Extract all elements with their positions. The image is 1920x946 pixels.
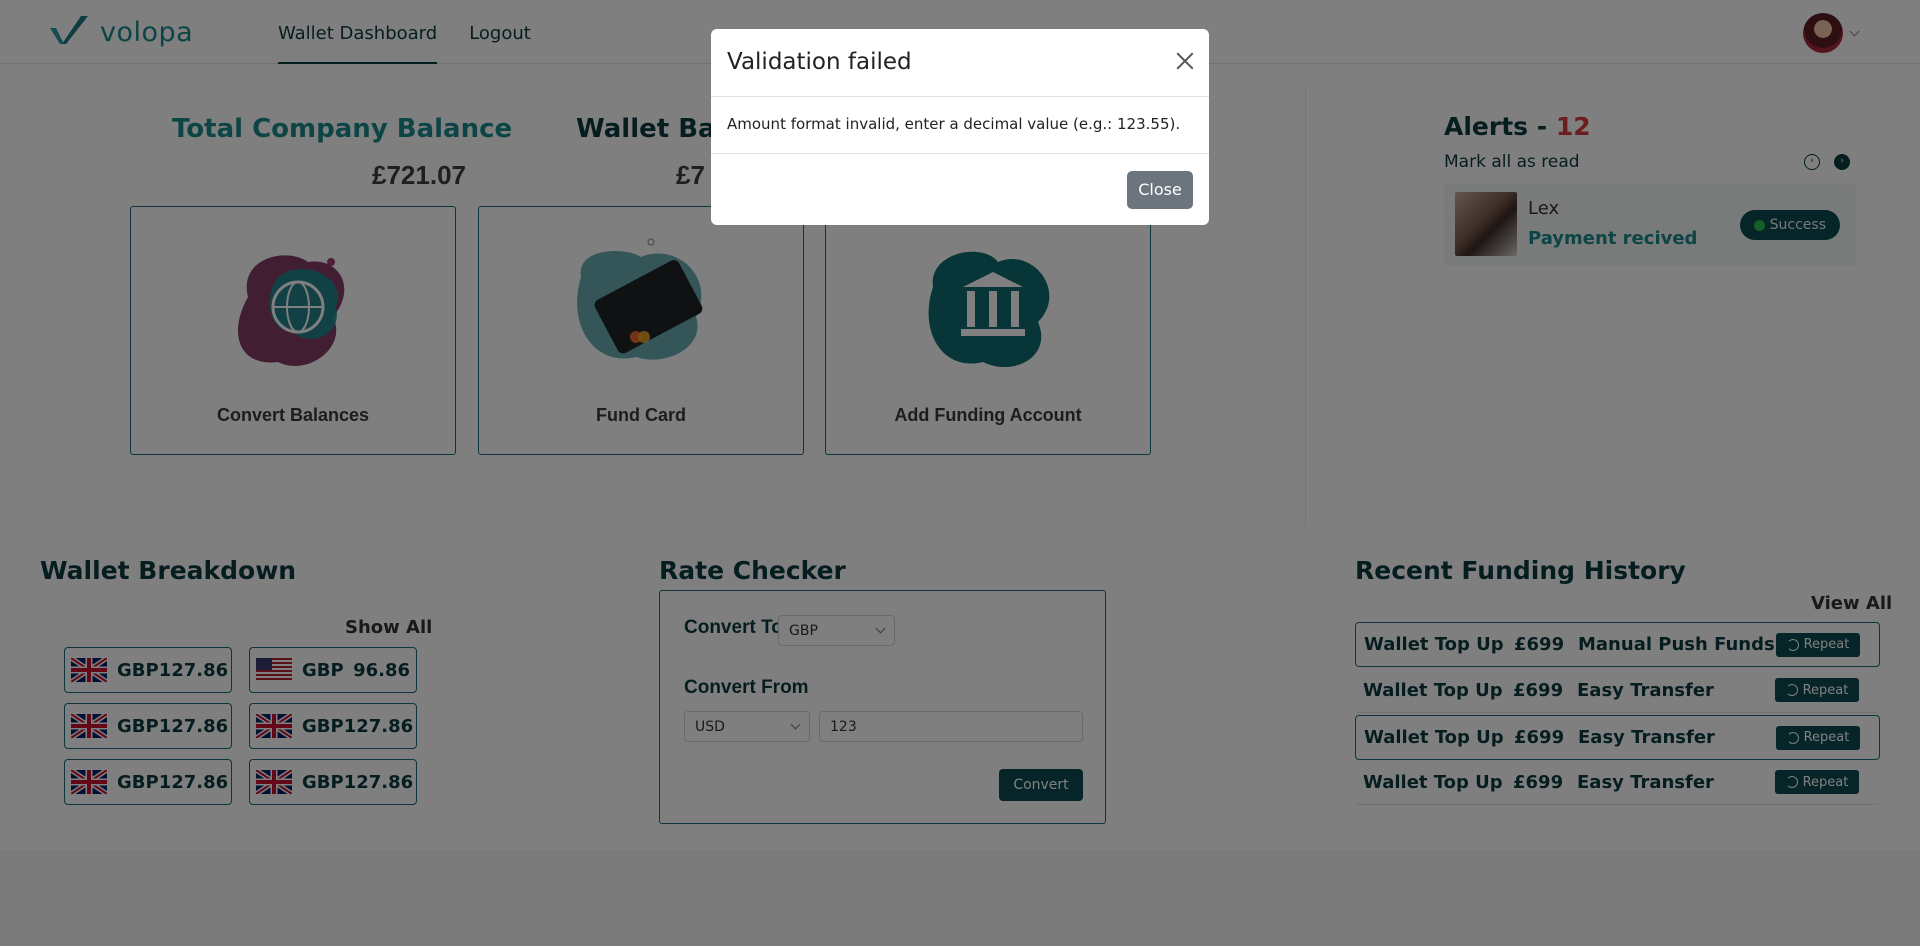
modal-close-button[interactable]: Close [1127, 171, 1193, 209]
close-icon[interactable] [1175, 51, 1195, 71]
modal-header: Validation failed [711, 29, 1209, 97]
modal-title: Validation failed [727, 49, 912, 75]
modal-body: Amount format invalid, enter a decimal v… [711, 97, 1209, 154]
modal-message: Amount format invalid, enter a decimal v… [727, 115, 1181, 133]
validation-modal: Validation failed Amount format invalid,… [711, 29, 1209, 225]
